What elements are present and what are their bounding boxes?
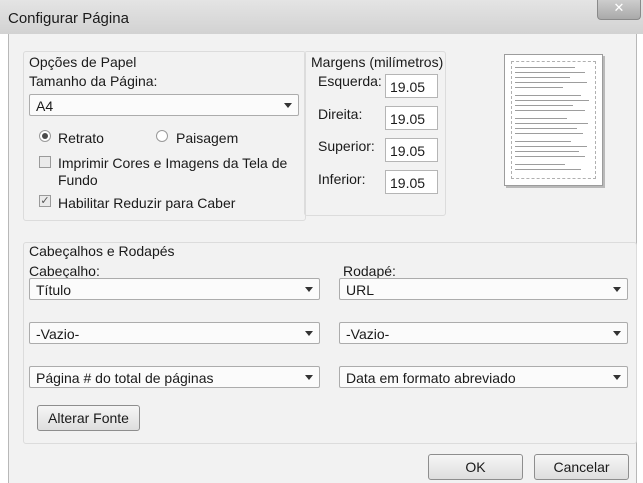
preview-text-line — [515, 164, 565, 165]
page-preview — [504, 54, 603, 186]
page-size-select[interactable]: A4 — [29, 94, 299, 116]
preview-text-line — [515, 133, 583, 134]
preview-text-line — [515, 95, 581, 96]
print-background-checkbox[interactable] — [39, 156, 51, 168]
footer-select-1-value: URL — [346, 282, 375, 298]
headers-footers-label: Cabeçalhos e Rodapés — [29, 243, 175, 259]
landscape-radio[interactable] — [156, 130, 168, 142]
checkmark-icon: ✓ — [40, 195, 50, 207]
margin-top-value: 19.05 — [390, 143, 426, 159]
title-bar: Configurar Página ✕ — [0, 0, 643, 34]
preview-text-line — [515, 82, 587, 83]
margin-left-label: Esquerda: — [318, 73, 382, 89]
portrait-radio[interactable] — [39, 130, 51, 142]
footer-select-3-value: Data em formato abreviado — [346, 370, 516, 386]
preview-text-line — [515, 156, 585, 157]
margin-bottom-value: 19.05 — [390, 175, 426, 191]
preview-text-line — [515, 151, 579, 152]
preview-text-line — [515, 169, 581, 170]
chevron-down-icon — [305, 331, 313, 336]
preview-text-line — [515, 67, 575, 68]
ok-button[interactable]: OK — [428, 454, 523, 480]
margin-bottom-field[interactable]: 19.05 — [385, 170, 438, 194]
margins-label: Margens (milímetros) — [311, 54, 444, 70]
preview-text-line — [515, 118, 567, 119]
footer-select-1[interactable]: URL — [339, 278, 628, 300]
preview-text-line — [515, 128, 577, 129]
header-select-3-value: Página # do total de páginas — [36, 370, 214, 386]
margin-top-field[interactable]: 19.05 — [385, 138, 438, 162]
header-label: Cabeçalho: — [29, 263, 100, 279]
margin-left-value: 19.05 — [390, 79, 426, 95]
print-background-label-line1: Imprimir Cores e Imagens da Tela de — [58, 155, 288, 171]
margin-bottom-label: Inferior: — [318, 171, 366, 187]
portrait-label: Retrato — [58, 130, 104, 146]
header-select-1[interactable]: Título — [29, 278, 320, 300]
preview-text-line — [515, 100, 589, 101]
preview-text-line — [515, 72, 585, 73]
header-select-2-value: -Vazio- — [36, 326, 80, 342]
dialog-body: Opções de Papel Tamanho da Página: A4 Re… — [8, 34, 637, 483]
footer-select-2-value: -Vazio- — [346, 326, 390, 342]
chevron-down-icon — [613, 287, 621, 292]
shrink-to-fit-label: Habilitar Reduzir para Caber — [58, 195, 236, 211]
margin-right-value: 19.05 — [390, 111, 426, 127]
footer-select-2[interactable]: -Vazio- — [339, 322, 628, 344]
close-button[interactable]: ✕ — [597, 0, 641, 20]
footer-select-3[interactable]: Data em formato abreviado — [339, 366, 628, 388]
footer-label: Rodapé: — [343, 263, 396, 279]
margin-right-field[interactable]: 19.05 — [385, 106, 438, 130]
margin-left-field[interactable]: 19.05 — [385, 74, 438, 98]
margin-right-label: Direita: — [318, 106, 363, 122]
page-size-value: A4 — [36, 98, 54, 114]
preview-text-line — [515, 123, 588, 124]
chevron-down-icon — [284, 103, 292, 108]
chevron-down-icon — [613, 331, 621, 336]
preview-text-line — [515, 110, 585, 111]
chevron-down-icon — [305, 375, 313, 380]
landscape-label: Paisagem — [176, 130, 239, 146]
cancel-button[interactable]: Cancelar — [534, 454, 629, 480]
margin-top-label: Superior: — [318, 138, 375, 154]
preview-text-line — [515, 87, 563, 88]
window-title: Configurar Página — [8, 10, 129, 27]
preview-text-line — [515, 141, 571, 142]
close-icon: ✕ — [613, 0, 625, 15]
change-font-button[interactable]: Alterar Fonte — [37, 405, 140, 431]
preview-text-line — [515, 105, 573, 106]
shrink-to-fit-checkbox[interactable]: ✓ — [39, 195, 51, 207]
paper-options-label: Opções de Papel — [29, 54, 137, 70]
header-select-3[interactable]: Página # do total de páginas — [29, 366, 320, 388]
preview-margin-outline — [511, 61, 596, 179]
page-size-label: Tamanho da Página: — [29, 73, 158, 89]
header-select-1-value: Título — [36, 282, 72, 298]
preview-text-line — [515, 77, 570, 78]
chevron-down-icon — [305, 287, 313, 292]
chevron-down-icon — [613, 375, 621, 380]
header-select-2[interactable]: -Vazio- — [29, 322, 320, 344]
print-background-label-line2: Fundo — [58, 172, 98, 188]
preview-text-line — [515, 146, 587, 147]
